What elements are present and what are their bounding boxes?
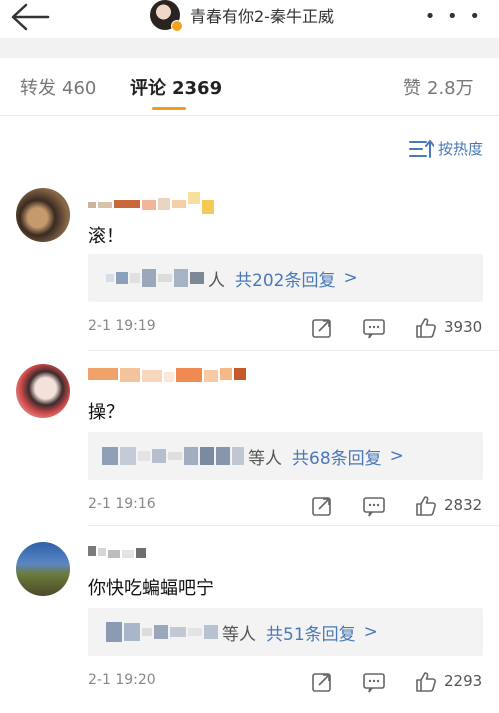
chevron-right-icon: > [343, 268, 358, 288]
blurred-username[interactable] [88, 364, 246, 384]
tab-bar: 转发 460 评论 2369 赞 2.8万 [0, 58, 499, 116]
section-separator [0, 38, 499, 58]
author-name: 青春有你2-秦牛正威 [190, 7, 334, 26]
tab-label: 赞 [403, 78, 421, 99]
like-icon[interactable] [414, 494, 438, 518]
share-icon[interactable] [310, 670, 334, 694]
like-icon[interactable] [414, 316, 438, 340]
comment-icon[interactable] [362, 316, 386, 340]
more-dots-icon[interactable]: • • • [425, 6, 483, 27]
like-count: 2832 [444, 496, 483, 514]
sort-button[interactable]: 按热度 [408, 138, 483, 159]
tab-reposts[interactable]: 转发 460 [20, 74, 96, 100]
active-tab-indicator [152, 107, 186, 110]
reply-count-link[interactable]: 共68条回复 [292, 444, 382, 469]
post-title[interactable]: 青春有你2-秦牛正威 [150, 0, 334, 32]
blurred-username[interactable] [88, 542, 146, 562]
like-count: 2293 [444, 672, 483, 690]
avatar[interactable] [16, 542, 70, 596]
comment-meta: 2-1 19:16 2832 [88, 494, 483, 518]
comment-icon[interactable] [362, 494, 386, 518]
reply-count-link[interactable]: 共51条回复 [266, 620, 356, 645]
share-icon[interactable] [310, 494, 334, 518]
avatar[interactable] [16, 188, 70, 242]
tab-likes[interactable]: 赞 2.8万 [403, 74, 474, 100]
blurred-reply-names [106, 622, 218, 642]
blurred-reply-names [106, 269, 204, 287]
divider [88, 350, 499, 351]
blurred-username[interactable] [88, 190, 214, 214]
sort-label: 按热度 [437, 140, 483, 158]
reply-label: 等人 [222, 624, 256, 645]
share-icon[interactable] [310, 316, 334, 340]
comment-meta: 2-1 19:19 3930 [88, 316, 483, 340]
comment-time: 2-1 19:16 [88, 496, 156, 512]
reply-label: 人 [208, 270, 225, 291]
reply-preview[interactable]: 人 共202条回复 > [88, 254, 483, 302]
tab-label: 评论 [130, 78, 166, 99]
reply-count-link[interactable]: 共202条回复 [235, 266, 335, 291]
chevron-right-icon: > [389, 446, 404, 466]
tab-count: 460 [62, 78, 97, 99]
chevron-right-icon: > [363, 622, 378, 642]
avatar[interactable] [16, 364, 70, 418]
comment-time: 2-1 19:19 [88, 318, 156, 334]
sort-icon [408, 139, 434, 158]
tab-count: 2.8万 [427, 78, 474, 99]
author-avatar[interactable] [150, 0, 183, 32]
like-icon[interactable] [414, 670, 438, 694]
reply-label: 等人 [248, 448, 282, 469]
verified-badge-icon [171, 20, 183, 32]
reply-preview[interactable]: 等人 共68条回复 > [88, 432, 483, 480]
divider [88, 525, 499, 526]
tab-comments[interactable]: 评论 2369 [130, 74, 222, 100]
comment-icon[interactable] [362, 670, 386, 694]
comment-text: 滚！ [88, 226, 124, 247]
arrow-left-icon[interactable] [8, 2, 50, 32]
comment-text: 你快吃蝙蝠吧宁 [88, 578, 214, 599]
comment-text: 操？ [88, 402, 124, 423]
blurred-reply-names [102, 447, 244, 465]
tab-count: 2369 [172, 78, 223, 99]
top-bar: 青春有你2-秦牛正威 • • • [0, 0, 499, 38]
like-count: 3930 [444, 318, 483, 336]
reply-preview[interactable]: 等人 共51条回复 > [88, 608, 483, 656]
comment-time: 2-1 19:20 [88, 672, 156, 688]
comment-meta: 2-1 19:20 2293 [88, 670, 483, 694]
tab-label: 转发 [20, 78, 56, 99]
